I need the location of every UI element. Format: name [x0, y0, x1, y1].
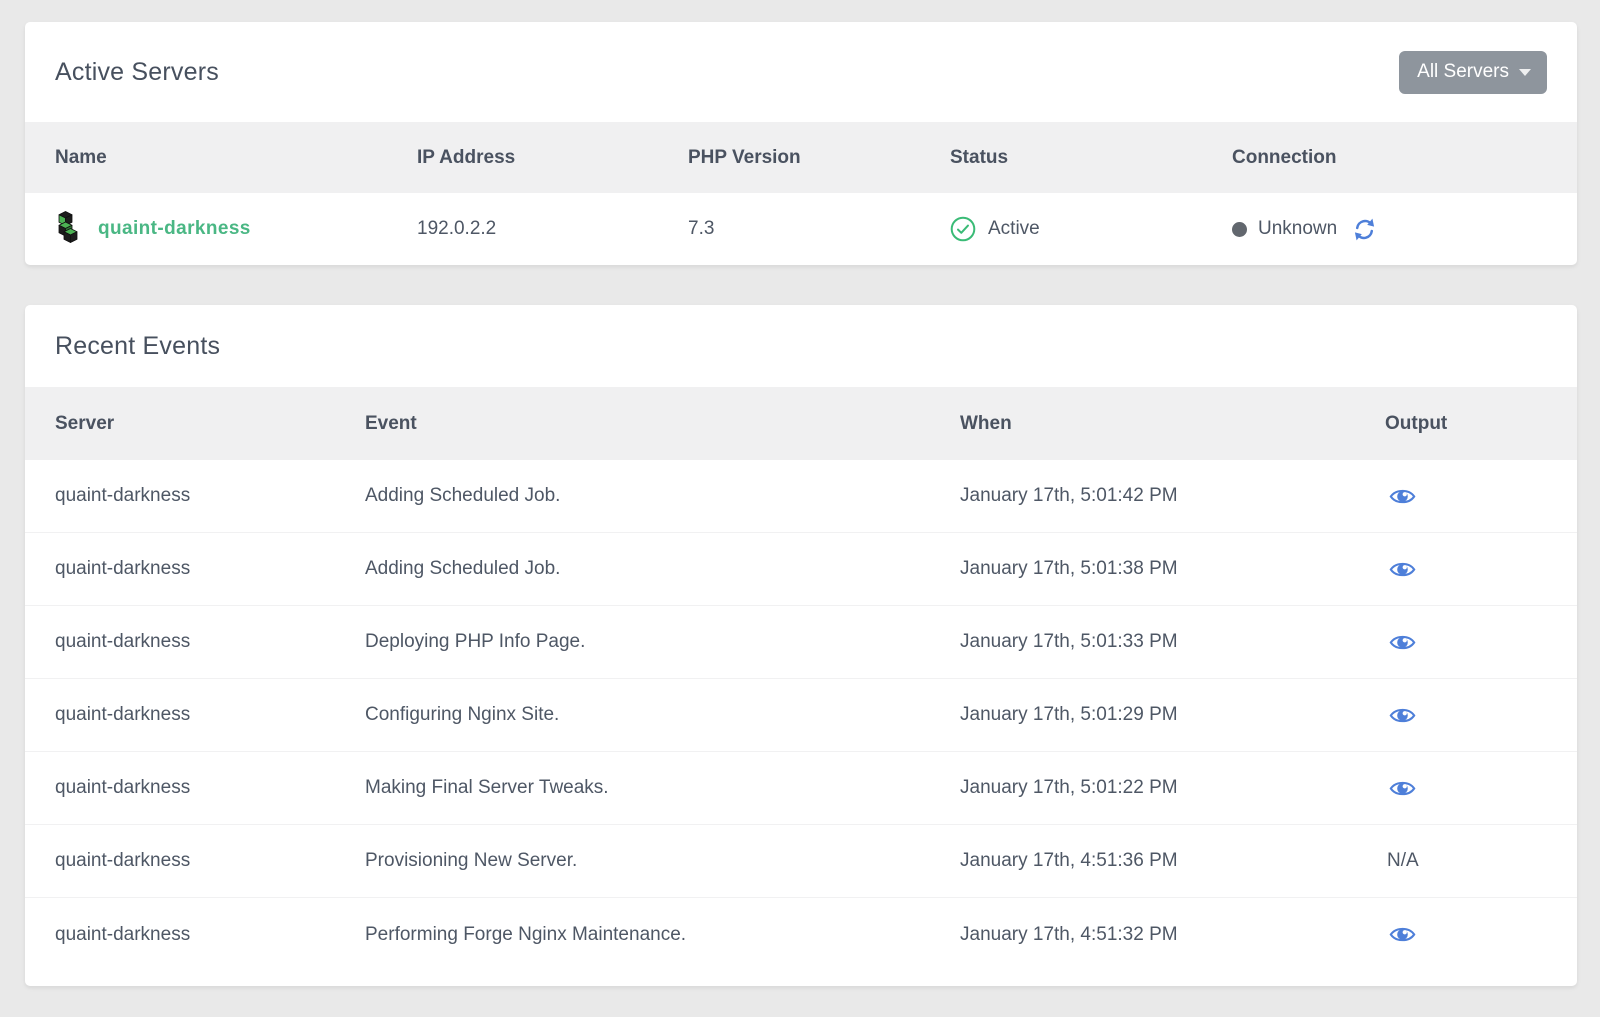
eye-icon: [1389, 641, 1416, 656]
all-servers-dropdown-label: All Servers: [1417, 61, 1509, 83]
active-servers-header: Active Servers All Servers: [25, 22, 1577, 122]
event-table-row: quaint-darkness Configuring Nginx Site. …: [25, 679, 1577, 752]
recent-events-card: Recent Events Server Event When Output q…: [25, 305, 1577, 986]
view-output-button[interactable]: [1389, 705, 1416, 726]
server-stack-icon: [55, 211, 81, 247]
check-circle-icon: [950, 216, 976, 242]
view-output-button[interactable]: [1389, 924, 1416, 945]
events-table-header: Server Event When Output: [25, 387, 1577, 460]
server-ip-value: 192.0.2.2: [417, 218, 688, 240]
events-col-header-when: When: [960, 413, 1385, 435]
view-output-button[interactable]: [1389, 559, 1416, 580]
event-server-value: quaint-darkness: [55, 558, 365, 580]
eye-icon: [1389, 495, 1416, 510]
event-table-row: quaint-darkness Performing Forge Nginx M…: [25, 898, 1577, 971]
active-servers-title: Active Servers: [55, 58, 219, 87]
events-card-bottom-padding: [25, 971, 1577, 986]
view-output-button[interactable]: [1389, 486, 1416, 507]
event-table-row: quaint-darkness Deploying PHP Info Page.…: [25, 606, 1577, 679]
recent-events-header: Recent Events: [25, 305, 1577, 387]
event-when-value: January 17th, 5:01:33 PM: [960, 631, 1385, 653]
servers-col-header-connection: Connection: [1232, 147, 1547, 169]
event-when-value: January 17th, 4:51:36 PM: [960, 850, 1385, 872]
caret-down-icon: [1519, 69, 1531, 76]
refresh-icon: [1352, 231, 1377, 246]
event-server-value: quaint-darkness: [55, 485, 365, 507]
servers-col-header-ip: IP Address: [417, 147, 688, 169]
eye-icon: [1389, 787, 1416, 802]
connection-status-dot-icon: [1232, 222, 1247, 237]
eye-icon: [1389, 714, 1416, 729]
event-server-value: quaint-darkness: [55, 631, 365, 653]
event-when-value: January 17th, 5:01:22 PM: [960, 777, 1385, 799]
servers-table-header: Name IP Address PHP Version Status Conne…: [25, 122, 1577, 193]
event-server-value: quaint-darkness: [55, 924, 365, 946]
event-table-row: quaint-darkness Adding Scheduled Job. Ja…: [25, 533, 1577, 606]
servers-col-header-status: Status: [950, 147, 1232, 169]
event-description-value: Making Final Server Tweaks.: [365, 777, 960, 799]
events-table-body: quaint-darkness Adding Scheduled Job. Ja…: [25, 460, 1577, 971]
event-table-row: quaint-darkness Making Final Server Twea…: [25, 752, 1577, 825]
view-output-button[interactable]: [1389, 778, 1416, 799]
event-description-value: Adding Scheduled Job.: [365, 558, 960, 580]
refresh-connection-button[interactable]: [1352, 216, 1377, 243]
server-connection-value: Unknown: [1258, 218, 1337, 240]
server-status-value: Active: [988, 218, 1040, 240]
event-server-value: quaint-darkness: [55, 777, 365, 799]
event-when-value: January 17th, 5:01:38 PM: [960, 558, 1385, 580]
recent-events-title: Recent Events: [55, 332, 220, 361]
events-col-header-output: Output: [1385, 413, 1547, 435]
event-description-value: Configuring Nginx Site.: [365, 704, 960, 726]
event-description-value: Deploying PHP Info Page.: [365, 631, 960, 653]
event-when-value: January 17th, 5:01:42 PM: [960, 485, 1385, 507]
event-description-value: Provisioning New Server.: [365, 850, 960, 872]
events-col-header-server: Server: [55, 413, 365, 435]
output-not-available-label: N/A: [1387, 850, 1419, 872]
event-when-value: January 17th, 4:51:32 PM: [960, 924, 1385, 946]
event-table-row: quaint-darkness Adding Scheduled Job. Ja…: [25, 460, 1577, 533]
eye-icon: [1389, 933, 1416, 948]
active-servers-card: Active Servers All Servers Name IP Addre…: [25, 22, 1577, 265]
events-col-header-event: Event: [365, 413, 960, 435]
event-description-value: Adding Scheduled Job.: [365, 485, 960, 507]
servers-col-header-name: Name: [55, 147, 417, 169]
event-when-value: January 17th, 5:01:29 PM: [960, 704, 1385, 726]
server-table-row: quaint-darkness 192.0.2.2 7.3 Active Unk…: [25, 193, 1577, 265]
event-server-value: quaint-darkness: [55, 850, 365, 872]
eye-icon: [1389, 568, 1416, 583]
view-output-button[interactable]: [1389, 632, 1416, 653]
event-server-value: quaint-darkness: [55, 704, 365, 726]
servers-col-header-php: PHP Version: [688, 147, 950, 169]
event-table-row: quaint-darkness Provisioning New Server.…: [25, 825, 1577, 898]
server-php-value: 7.3: [688, 218, 950, 240]
server-name-link[interactable]: quaint-darkness: [98, 218, 251, 240]
all-servers-dropdown-button[interactable]: All Servers: [1399, 51, 1547, 94]
event-description-value: Performing Forge Nginx Maintenance.: [365, 924, 960, 946]
